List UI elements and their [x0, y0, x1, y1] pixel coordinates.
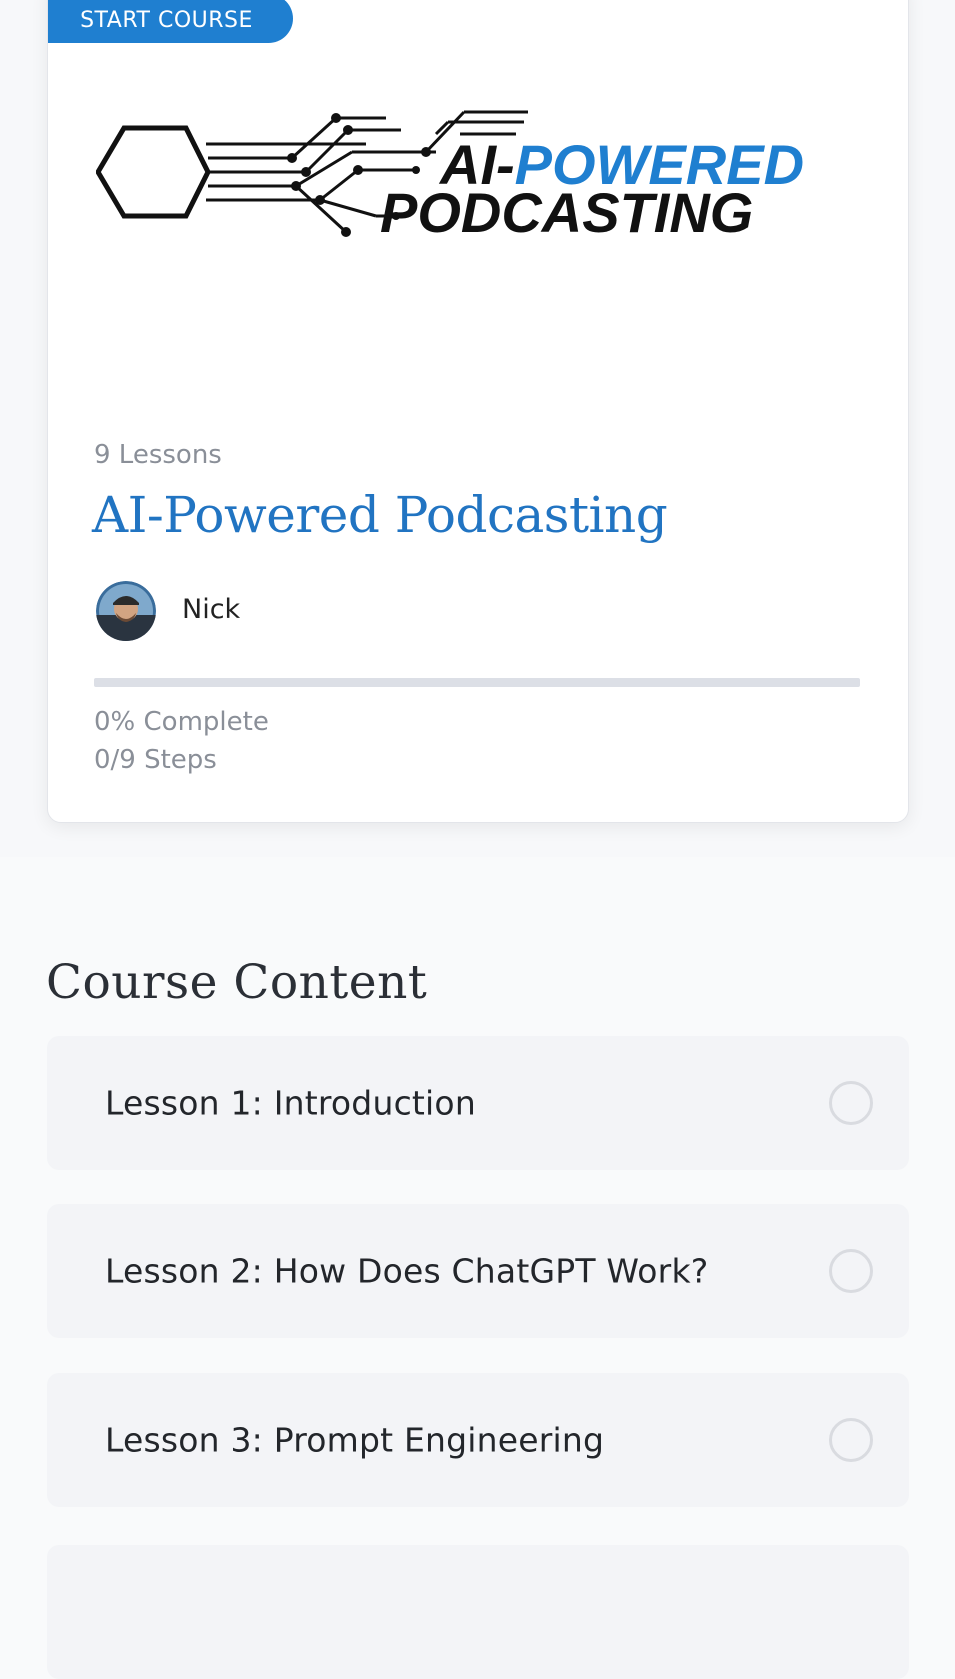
progress-bar — [94, 678, 860, 687]
lesson-row-2[interactable]: Lesson 2: How Does ChatGPT Work? — [47, 1204, 909, 1338]
hexagon-icon — [96, 125, 211, 219]
lesson-row-4[interactable] — [47, 1545, 909, 1679]
circle-outline-icon — [829, 1249, 873, 1293]
avatar-image — [96, 581, 156, 641]
author-avatar — [96, 581, 156, 641]
course-title[interactable]: AI-Powered Podcasting — [92, 488, 668, 543]
author-name[interactable]: Nick — [182, 596, 240, 623]
circle-outline-icon — [829, 1418, 873, 1462]
lesson-count: 9 Lessons — [94, 440, 222, 470]
lesson-row-1[interactable]: Lesson 1: Introduction — [47, 1036, 909, 1170]
start-course-button[interactable]: START COURSE — [48, 0, 293, 43]
circle-outline-icon — [829, 1081, 873, 1125]
logo-text-line2: PODCASTING — [380, 181, 753, 244]
course-content-heading: Course Content — [46, 955, 428, 1010]
course-logo: AI-POWERED PODCASTING — [96, 110, 804, 244]
progress-steps: 0/9 Steps — [94, 745, 217, 775]
lesson-label: Lesson 2: How Does ChatGPT Work? — [105, 1251, 709, 1291]
lesson-label: Lesson 1: Introduction — [105, 1083, 476, 1123]
lesson-row-3[interactable]: Lesson 3: Prompt Engineering — [47, 1373, 909, 1507]
lesson-label: Lesson 3: Prompt Engineering — [105, 1420, 605, 1460]
progress-percent: 0% Complete — [94, 707, 269, 737]
